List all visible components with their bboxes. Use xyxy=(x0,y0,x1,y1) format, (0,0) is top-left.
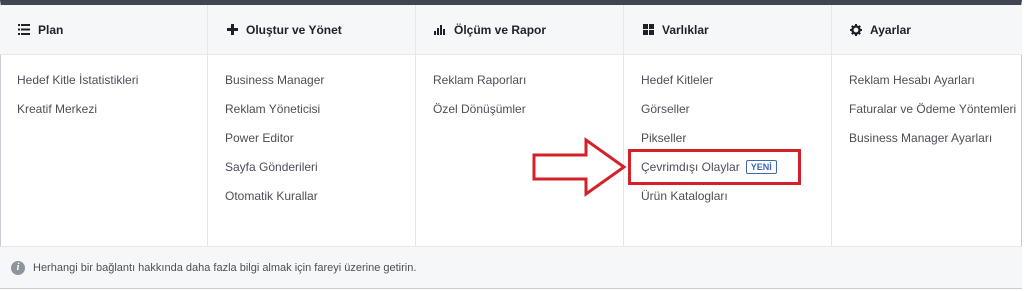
column-plan: Plan Hedef Kitle İstatistikleri Kreatif … xyxy=(0,5,208,246)
menu-item-billing-payment[interactable]: Faturalar ve Ödeme Yöntemleri xyxy=(849,99,1022,128)
column-header: Ölçüm ve Rapor xyxy=(416,5,623,55)
column-title: Oluştur ve Yönet xyxy=(246,22,342,37)
column-measure-report: Ölçüm ve Rapor Reklam Raporları Özel Dön… xyxy=(416,5,624,246)
menu-item-business-manager[interactable]: Business Manager xyxy=(225,70,415,99)
plus-icon xyxy=(225,23,239,37)
menu-item-images[interactable]: Görseller xyxy=(641,99,831,128)
column-title: Ölçüm ve Rapor xyxy=(454,22,547,37)
menu-item-ads-reporting[interactable]: Reklam Raporları xyxy=(433,70,623,99)
column-settings: Ayarlar Reklam Hesabı Ayarları Faturalar… xyxy=(832,5,1022,246)
grid-icon xyxy=(641,23,655,37)
annotation-arrow-icon xyxy=(532,137,627,197)
menu-item-automated-rules[interactable]: Otomatik Kurallar xyxy=(225,186,415,215)
menu-item-ad-account-settings[interactable]: Reklam Hesabı Ayarları xyxy=(849,70,1022,99)
column-title: Varlıklar xyxy=(662,22,709,37)
menu-item-creative-hub[interactable]: Kreatif Merkezi xyxy=(17,99,207,128)
column-create-manage: Oluştur ve Yönet Business Manager Reklam… xyxy=(208,5,416,246)
menu-item-custom-conversions[interactable]: Özel Dönüşümler xyxy=(433,99,623,128)
column-title: Ayarlar xyxy=(870,22,911,37)
menu-item-audiences[interactable]: Hedef Kitleler xyxy=(641,70,831,99)
list-icon xyxy=(17,23,31,37)
annotation-highlight-box xyxy=(628,149,801,185)
bar-chart-icon xyxy=(433,23,447,37)
menu-item-business-manager-settings[interactable]: Business Manager Ayarları xyxy=(849,128,1022,157)
menu-columns: Plan Hedef Kitle İstatistikleri Kreatif … xyxy=(0,5,1022,246)
info-icon: i xyxy=(11,260,25,275)
menu-item-page-posts[interactable]: Sayfa Gönderileri xyxy=(225,157,415,186)
column-header: Varlıklar xyxy=(624,5,831,55)
menu-item-power-editor[interactable]: Power Editor xyxy=(225,128,415,157)
gear-icon xyxy=(849,23,863,37)
help-footer: i Herhangi bir bağlantı hakkında daha fa… xyxy=(0,246,1022,288)
column-assets: Varlıklar Hedef Kitleler Görseller Pikse… xyxy=(624,5,832,246)
column-header: Oluştur ve Yönet xyxy=(208,5,415,55)
column-header: Plan xyxy=(0,5,207,55)
column-title: Plan xyxy=(38,22,64,37)
menu-item-ads-manager[interactable]: Reklam Yöneticisi xyxy=(225,99,415,128)
menu-item-product-catalogs[interactable]: Ürün Katalogları xyxy=(641,186,831,215)
menu-item-audience-insights[interactable]: Hedef Kitle İstatistikleri xyxy=(17,70,207,99)
column-header: Ayarlar xyxy=(832,5,1022,55)
help-text: Herhangi bir bağlantı hakkında daha fazl… xyxy=(33,261,417,274)
